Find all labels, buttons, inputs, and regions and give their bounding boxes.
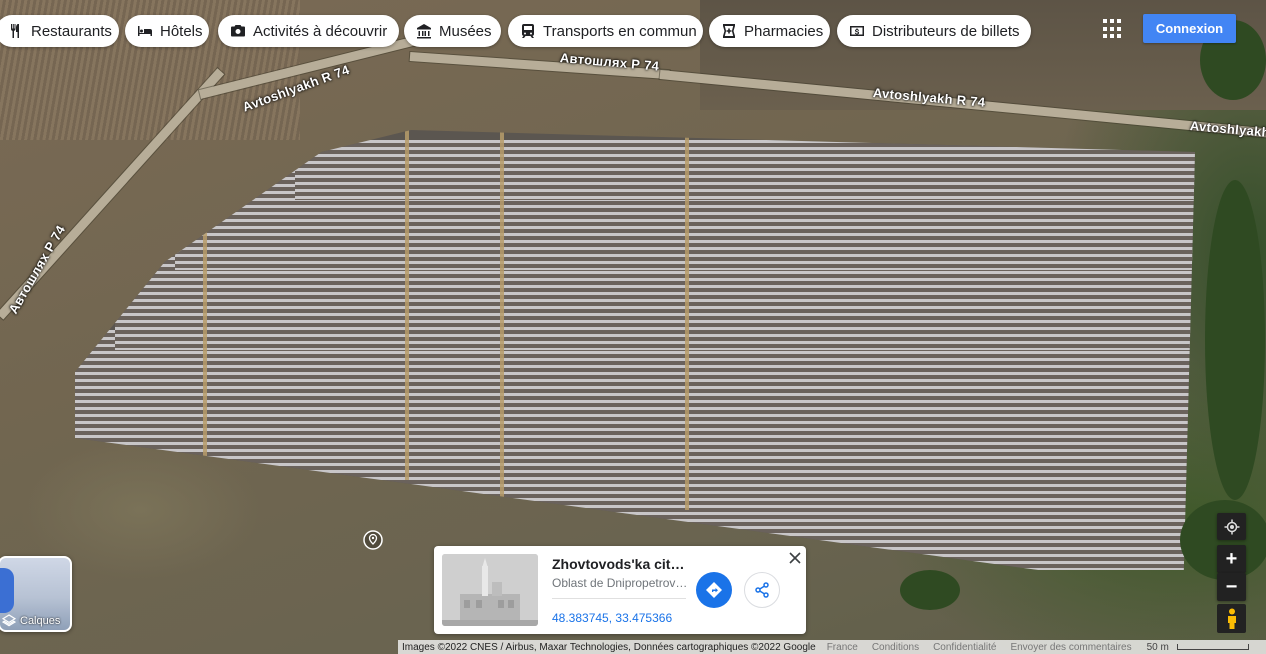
camera-icon [230, 23, 246, 39]
place-subtitle: Oblast de Dnipropetrovs... [552, 576, 688, 590]
zoom-out-button[interactable]: − [1217, 573, 1246, 601]
road-label: Avtoshlyakh [1189, 118, 1266, 140]
place-card[interactable]: Zhovtovods'ka city ... Oblast de Dniprop… [434, 546, 806, 634]
place-coordinates[interactable]: 48.383745, 33.475366 [552, 611, 672, 625]
footer-country[interactable]: France [820, 642, 865, 653]
chip-label: Transports en commun [543, 22, 697, 40]
chip-transit[interactable]: Transports en commun [508, 15, 703, 47]
chip-label: Hôtels [160, 22, 203, 40]
bed-icon [137, 23, 153, 39]
my-location-icon [1224, 519, 1240, 535]
location-pin-icon[interactable] [363, 530, 383, 550]
map-footer: Images ©2022 CNES / Airbus, Maxar Techno… [398, 640, 1266, 654]
chip-label: Musées [439, 22, 492, 40]
layers-label-group: Calques [2, 614, 60, 628]
chip-atms[interactable]: Distributeurs de billets [837, 15, 1031, 47]
museum-icon [416, 23, 432, 39]
layers-label: Calques [20, 615, 61, 627]
share-icon [754, 582, 770, 598]
atm-icon [849, 23, 865, 39]
attribution: Images ©2022 CNES / Airbus, Maxar Techno… [402, 641, 816, 653]
chip-museums[interactable]: Musées [404, 15, 501, 47]
scale-bar[interactable] [1176, 644, 1249, 650]
footer-feedback[interactable]: Envoyer des commentaires [1003, 642, 1138, 653]
train-icon [520, 23, 536, 39]
place-title[interactable]: Zhovtovods'ka city ... [552, 556, 692, 572]
signin-button[interactable]: Connexion [1143, 14, 1236, 43]
chip-activities[interactable]: Activités à découvrir [218, 15, 399, 47]
directions-icon [705, 581, 723, 599]
my-location-button[interactable] [1217, 513, 1246, 540]
tree [1205, 180, 1265, 500]
chip-label: Distributeurs de billets [872, 22, 1020, 40]
footer-terms[interactable]: Conditions [865, 642, 926, 653]
chip-label: Restaurants [31, 22, 112, 40]
chip-label: Activités à découvrir [253, 22, 388, 40]
divider [552, 598, 686, 599]
layers-thumbnail [0, 568, 14, 613]
solar-farm [75, 130, 1195, 570]
pharmacy-icon [721, 23, 737, 39]
tree [900, 570, 960, 610]
layers-button[interactable]: Calques [0, 556, 72, 632]
apps-grid-icon[interactable] [1103, 19, 1123, 39]
road-label: Автошлях Р 74 [5, 222, 69, 317]
scale-label[interactable]: 50 m [1139, 642, 1173, 653]
chip-pharmacies[interactable]: Pharmacies [709, 15, 830, 47]
share-button[interactable] [744, 572, 780, 608]
chip-hotels[interactable]: Hôtels [125, 15, 209, 47]
layers-icon [2, 614, 16, 628]
directions-button[interactable] [696, 572, 732, 608]
chip-restaurants[interactable]: Restaurants [0, 15, 119, 47]
fork-knife-icon [8, 23, 24, 39]
place-photo[interactable] [442, 554, 538, 626]
pegman-icon[interactable] [1217, 604, 1246, 633]
chip-label: Pharmacies [744, 22, 824, 40]
zoom-in-button[interactable]: + [1217, 545, 1246, 573]
footer-privacy[interactable]: Confidentialité [926, 642, 1003, 653]
close-icon[interactable] [787, 550, 803, 566]
